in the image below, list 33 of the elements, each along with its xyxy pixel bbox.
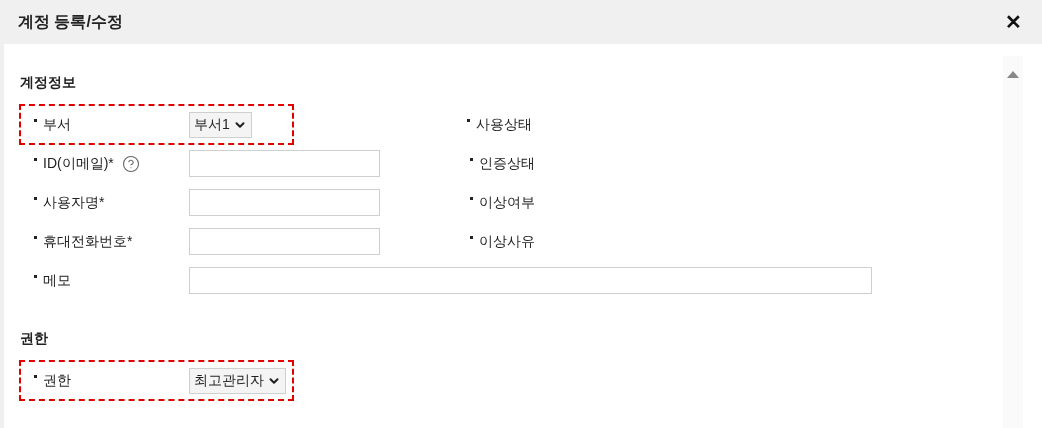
bullet-icon [34,119,37,122]
bullet-icon [467,119,470,122]
bullet-icon [34,197,37,200]
field-label: 휴대전화번호* [43,232,133,251]
bullet-icon [470,236,473,239]
field-label: 부서 [43,115,71,134]
bullet-icon [470,158,473,161]
status-label: 사용상태 [476,115,532,134]
status-label: 이상여부 [479,193,535,212]
close-button[interactable]: ✕ [1005,7,1022,37]
field-label: 사용자명* [43,193,105,212]
bullet-icon [34,236,37,239]
text-field[interactable] [189,150,380,177]
field-label: ID(이메일)* [43,154,114,173]
select-dropdown[interactable]: 최고관리자 [189,367,286,394]
scroll-up-icon[interactable] [1007,71,1019,78]
text-field[interactable] [189,228,380,255]
select-dropdown[interactable]: 부서1 [189,111,252,138]
section-title: 계정정보 [20,73,77,92]
bullet-icon [470,197,473,200]
status-label: 이상사유 [479,232,535,251]
section-title: 권한 [20,329,49,348]
bullet-icon [34,375,37,378]
help-icon[interactable] [121,154,140,173]
text-field[interactable] [189,189,380,216]
field-label: 권한 [43,371,71,390]
bullet-icon [34,158,37,161]
dialog-title: 계정 등록/수정 [18,12,123,32]
scrollbar[interactable] [1003,56,1023,428]
status-label: 인증상태 [479,154,535,173]
bullet-icon [34,275,37,278]
field-label: 메모 [43,271,71,290]
memo-field[interactable] [189,267,872,294]
